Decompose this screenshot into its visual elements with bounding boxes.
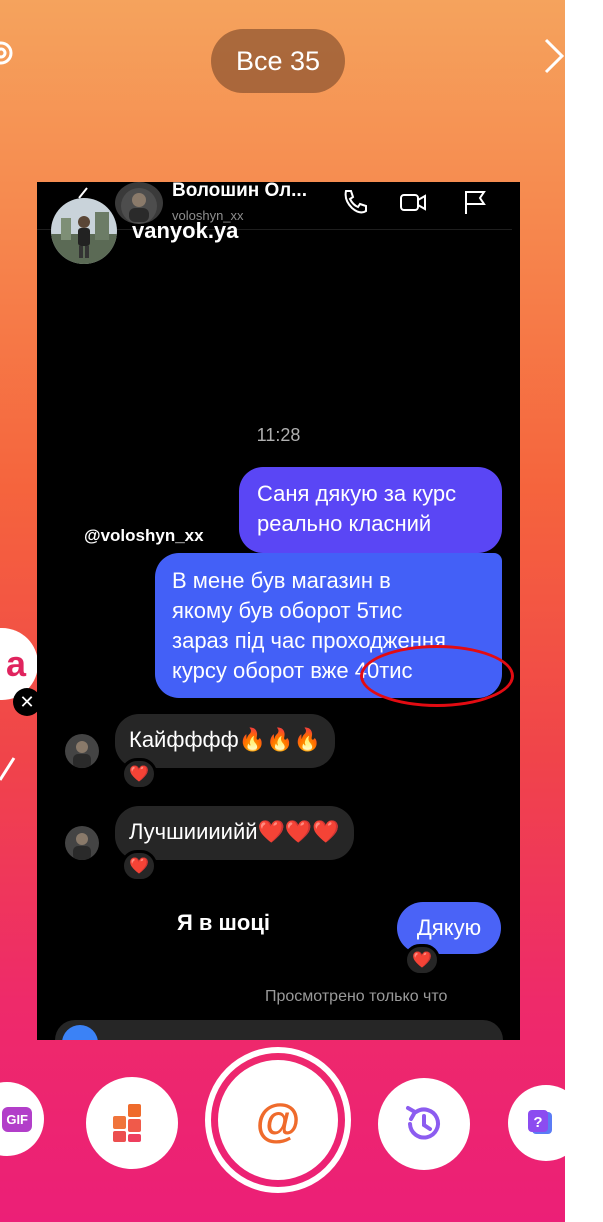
- flag-icon: [465, 191, 486, 214]
- story-screenshot: Волошин Ол... voloshyn_xx vanyok.ya 11:2…: [37, 182, 520, 1040]
- sticker-letter: a: [5, 643, 26, 684]
- gif-icon: GIF: [2, 1106, 32, 1132]
- chevron-right-icon[interactable]: [542, 36, 565, 76]
- video-icon: [400, 194, 426, 211]
- question-icon: ?: [528, 1110, 552, 1134]
- story-caption[interactable]: Я в шоці: [177, 910, 270, 936]
- incoming-message: Лучшиииийй❤️❤️❤️: [115, 806, 354, 860]
- history-icon: [406, 1106, 440, 1140]
- heart-reaction[interactable]: ❤️: [404, 944, 440, 976]
- heart-reaction[interactable]: ❤️: [121, 850, 157, 882]
- at-icon: @: [255, 1094, 301, 1146]
- dm-contact-name: Волошин Ол...: [172, 182, 307, 201]
- gear-icon[interactable]: [0, 38, 16, 68]
- heart-reaction[interactable]: ❤️: [121, 758, 157, 790]
- message-composer: [55, 1020, 503, 1040]
- incoming-avatar: [65, 734, 99, 768]
- sticker-tray-button[interactable]: [86, 1077, 178, 1169]
- mention-button[interactable]: @: [218, 1060, 338, 1180]
- mention-sticker[interactable]: @voloshyn_xx: [84, 526, 204, 546]
- all-filter-button[interactable]: Все 35: [211, 29, 345, 93]
- story-username[interactable]: vanyok.ya: [132, 218, 238, 244]
- gif-sticker-button[interactable]: GIF: [0, 1082, 44, 1156]
- phone-icon: [344, 190, 367, 214]
- draw-icon[interactable]: [0, 752, 18, 782]
- outgoing-message: Саня дякую за курс реально класний: [239, 467, 502, 553]
- seen-status: Просмотрено только что: [265, 988, 448, 1005]
- svg-text:?: ?: [533, 1114, 542, 1131]
- story-user-avatar[interactable]: [51, 198, 117, 264]
- story-editor: Все 35 a ✕ Волошин Ол... voloshyn_xx van…: [0, 0, 565, 1222]
- chat-timestamp: 11:28: [256, 425, 301, 445]
- incoming-avatar: [65, 826, 99, 860]
- highlight-circle: [360, 645, 514, 707]
- countdown-button[interactable]: [378, 1078, 470, 1170]
- question-sticker-button[interactable]: ?: [508, 1085, 565, 1161]
- sticker-grid-icon: [113, 1104, 141, 1142]
